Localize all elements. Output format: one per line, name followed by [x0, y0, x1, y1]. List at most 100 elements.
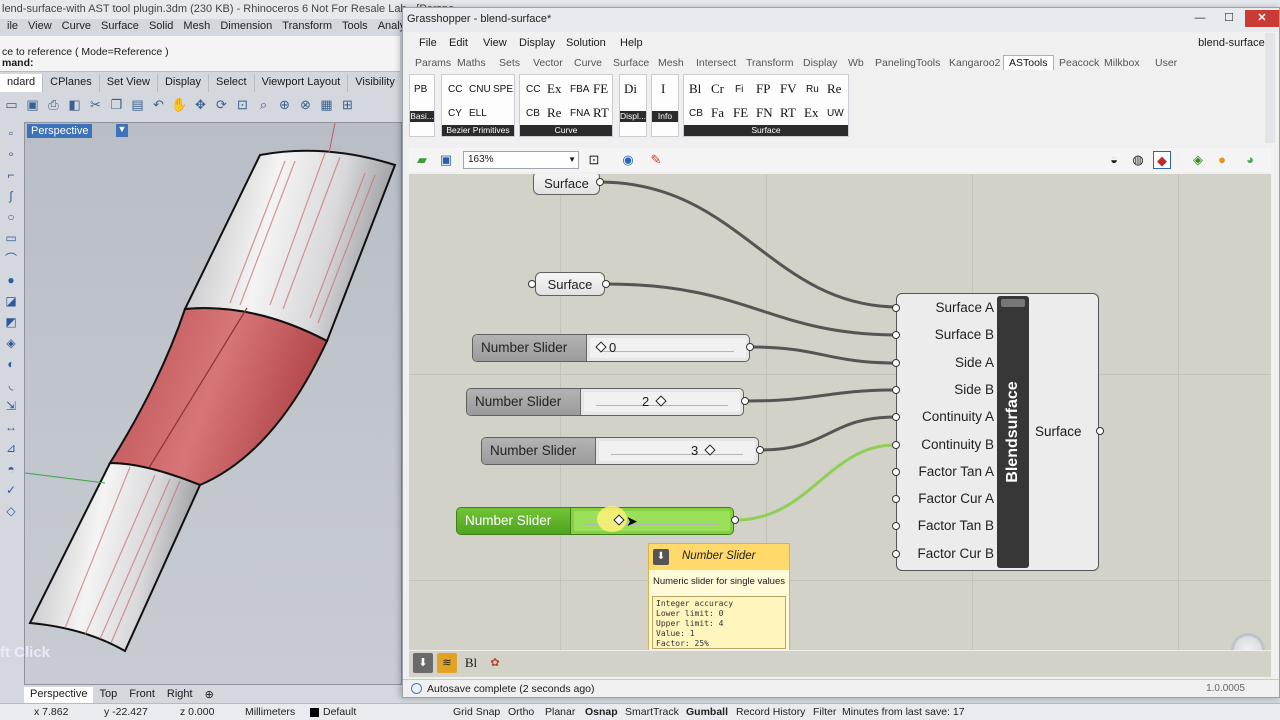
zoom-extents-icon[interactable]: ⊕: [275, 95, 294, 114]
paste-icon[interactable]: ▤: [128, 95, 147, 114]
viewport-title[interactable]: Perspective: [27, 124, 93, 138]
surface-fv-button[interactable]: FV: [780, 81, 797, 97]
port-side-b[interactable]: [892, 386, 900, 394]
osnap-toggle[interactable]: Osnap: [585, 706, 618, 718]
gh-tab-params[interactable]: Params: [415, 57, 451, 69]
open-file-icon[interactable]: ▰: [413, 151, 431, 169]
gh-menu-display[interactable]: Display: [519, 37, 555, 49]
input-side-b[interactable]: Side B: [897, 382, 994, 397]
rhino-menu-mesh[interactable]: Mesh: [178, 19, 215, 35]
rhino-menu-surface[interactable]: Surface: [96, 19, 144, 35]
analyze-icon[interactable]: ⊿: [2, 439, 20, 457]
info-i-button[interactable]: I: [661, 81, 665, 97]
mesh-icon[interactable]: ◈: [2, 334, 20, 352]
ribbon-caption-display[interactable]: Displ...: [620, 111, 646, 122]
gh-menu-solution[interactable]: Solution: [566, 37, 606, 49]
surface-icon[interactable]: ◪: [2, 292, 20, 310]
slider-side-a-output[interactable]: [746, 343, 754, 351]
filter-toggle[interactable]: Filter: [813, 706, 836, 718]
cut-icon[interactable]: ✂: [86, 95, 105, 114]
port-surface-a[interactable]: [892, 304, 900, 312]
ribbon-caption-info[interactable]: Info: [652, 111, 678, 122]
add-view-icon[interactable]: ⊕: [199, 687, 220, 703]
layer-icon[interactable]: ◇: [2, 502, 20, 520]
grid-snap-toggle[interactable]: Grid Snap: [453, 706, 500, 718]
gh-tab-maths[interactable]: Maths: [457, 57, 486, 69]
port-factor-cur-a[interactable]: [892, 495, 900, 503]
tab-set-view[interactable]: Set View: [100, 74, 158, 92]
curve-re-button[interactable]: Re: [547, 105, 561, 121]
gh-tab-kangaroo2[interactable]: Kangaroo2: [949, 57, 1000, 69]
surface-ex-button[interactable]: Ex: [804, 105, 818, 121]
gh-tab-sets[interactable]: Sets: [499, 57, 520, 69]
preview-eye-icon[interactable]: ◉: [619, 151, 637, 169]
pb-component-button[interactable]: PB: [414, 84, 427, 95]
zoom-extents-icon[interactable]: ⊡: [585, 151, 603, 169]
surface-fe-button[interactable]: FE: [733, 105, 748, 121]
port-factor-tan-b[interactable]: [892, 522, 900, 530]
polyline-icon[interactable]: ⌐: [2, 166, 20, 184]
wireframe-preview-icon[interactable]: ◍: [1129, 151, 1147, 169]
gh-tab-vector[interactable]: Vector: [533, 57, 563, 69]
bezier-cy-button[interactable]: CY: [448, 108, 462, 119]
tab-visibility[interactable]: Visibility: [348, 74, 403, 92]
sketch-pen-icon[interactable]: ✎: [647, 151, 665, 169]
circle-icon[interactable]: ○: [2, 208, 20, 226]
port-continuity-a[interactable]: [892, 413, 900, 421]
surface-param-2-input[interactable]: [528, 280, 536, 288]
zoom-level-dropdown[interactable]: 163% ▼: [463, 151, 579, 169]
view-tab-perspective[interactable]: Perspective: [24, 687, 94, 703]
surface-re-button[interactable]: Re: [827, 81, 841, 97]
rhino-menu-view[interactable]: View: [23, 19, 57, 35]
surface-ru-button[interactable]: Ru: [806, 84, 819, 95]
rectangle-icon[interactable]: ▭: [2, 229, 20, 247]
bezier-spe-button[interactable]: SPE: [493, 84, 513, 95]
car-icon[interactable]: ⊞: [338, 95, 357, 114]
surface-cr-button[interactable]: Cr: [711, 81, 724, 97]
gear-icon[interactable]: ✿: [485, 653, 505, 673]
gh-tab-mesh[interactable]: Mesh: [658, 57, 684, 69]
surface-rt-button[interactable]: RT: [780, 105, 796, 121]
output-surface[interactable]: Surface: [1035, 424, 1082, 439]
tab-viewport-layout[interactable]: Viewport Layout: [255, 74, 349, 92]
surface-param-2[interactable]: Surface: [535, 272, 605, 296]
curve-cc-button[interactable]: CC: [526, 84, 540, 95]
number-slider-continuity-a[interactable]: Number Slider 3: [481, 437, 759, 465]
record-history-toggle[interactable]: Record History: [736, 706, 805, 718]
slider-continuity-b-output[interactable]: [731, 516, 739, 524]
gh-tab-transform[interactable]: Transform: [746, 57, 793, 69]
tab-cplanes[interactable]: CPlanes: [43, 74, 100, 92]
zoom-icon[interactable]: ⌕: [254, 95, 273, 114]
port-factor-cur-b[interactable]: [892, 550, 900, 558]
gh-title-bar[interactable]: Grasshopper - blend-surface* — ☐ ✕: [403, 8, 1279, 32]
properties-icon[interactable]: ◧: [65, 95, 84, 114]
bezier-ell-button[interactable]: ELL: [469, 108, 487, 119]
gh-tab-wb[interactable]: Wb: [848, 57, 864, 69]
maximize-icon[interactable]: ☐: [1215, 10, 1243, 27]
dimension-icon[interactable]: ↔: [2, 418, 20, 436]
extrude-icon[interactable]: ◩: [2, 313, 20, 331]
surface-fi-button[interactable]: Fi: [735, 84, 743, 95]
port-continuity-b[interactable]: [892, 441, 900, 449]
surface-fp-button[interactable]: FP: [756, 81, 770, 97]
arc-icon[interactable]: ⌒: [2, 250, 20, 268]
chevron-down-icon[interactable]: ▼: [116, 124, 128, 137]
render-icon[interactable]: ◓: [2, 460, 20, 478]
shaded-preview-icon[interactable]: ◆: [1153, 151, 1171, 169]
planar-toggle[interactable]: Planar: [545, 706, 575, 718]
preview-mode-off-icon[interactable]: ◒: [1105, 151, 1123, 169]
check-icon[interactable]: ✓: [2, 481, 20, 499]
rhino-menu-file[interactable]: ile: [2, 19, 23, 35]
input-side-a[interactable]: Side A: [897, 355, 994, 370]
gumball-toggle[interactable]: Gumball: [686, 706, 728, 718]
blendsurface-component[interactable]: Surface A Surface B Side A Side B Contin…: [896, 293, 1099, 571]
preview-mesh-quality-icon[interactable]: ◕: [1241, 151, 1259, 169]
ortho-toggle[interactable]: Ortho: [508, 706, 534, 718]
curve-ex-button[interactable]: Ex: [547, 81, 561, 97]
gh-tab-surface[interactable]: Surface: [613, 57, 649, 69]
slider-track[interactable]: [599, 441, 755, 461]
number-slider-side-b[interactable]: Number Slider 2: [466, 388, 744, 416]
perspective-viewport[interactable]: Perspective ▼: [24, 122, 402, 685]
surface-bl-button[interactable]: Bl: [689, 81, 701, 97]
gh-menu-help[interactable]: Help: [620, 37, 643, 49]
